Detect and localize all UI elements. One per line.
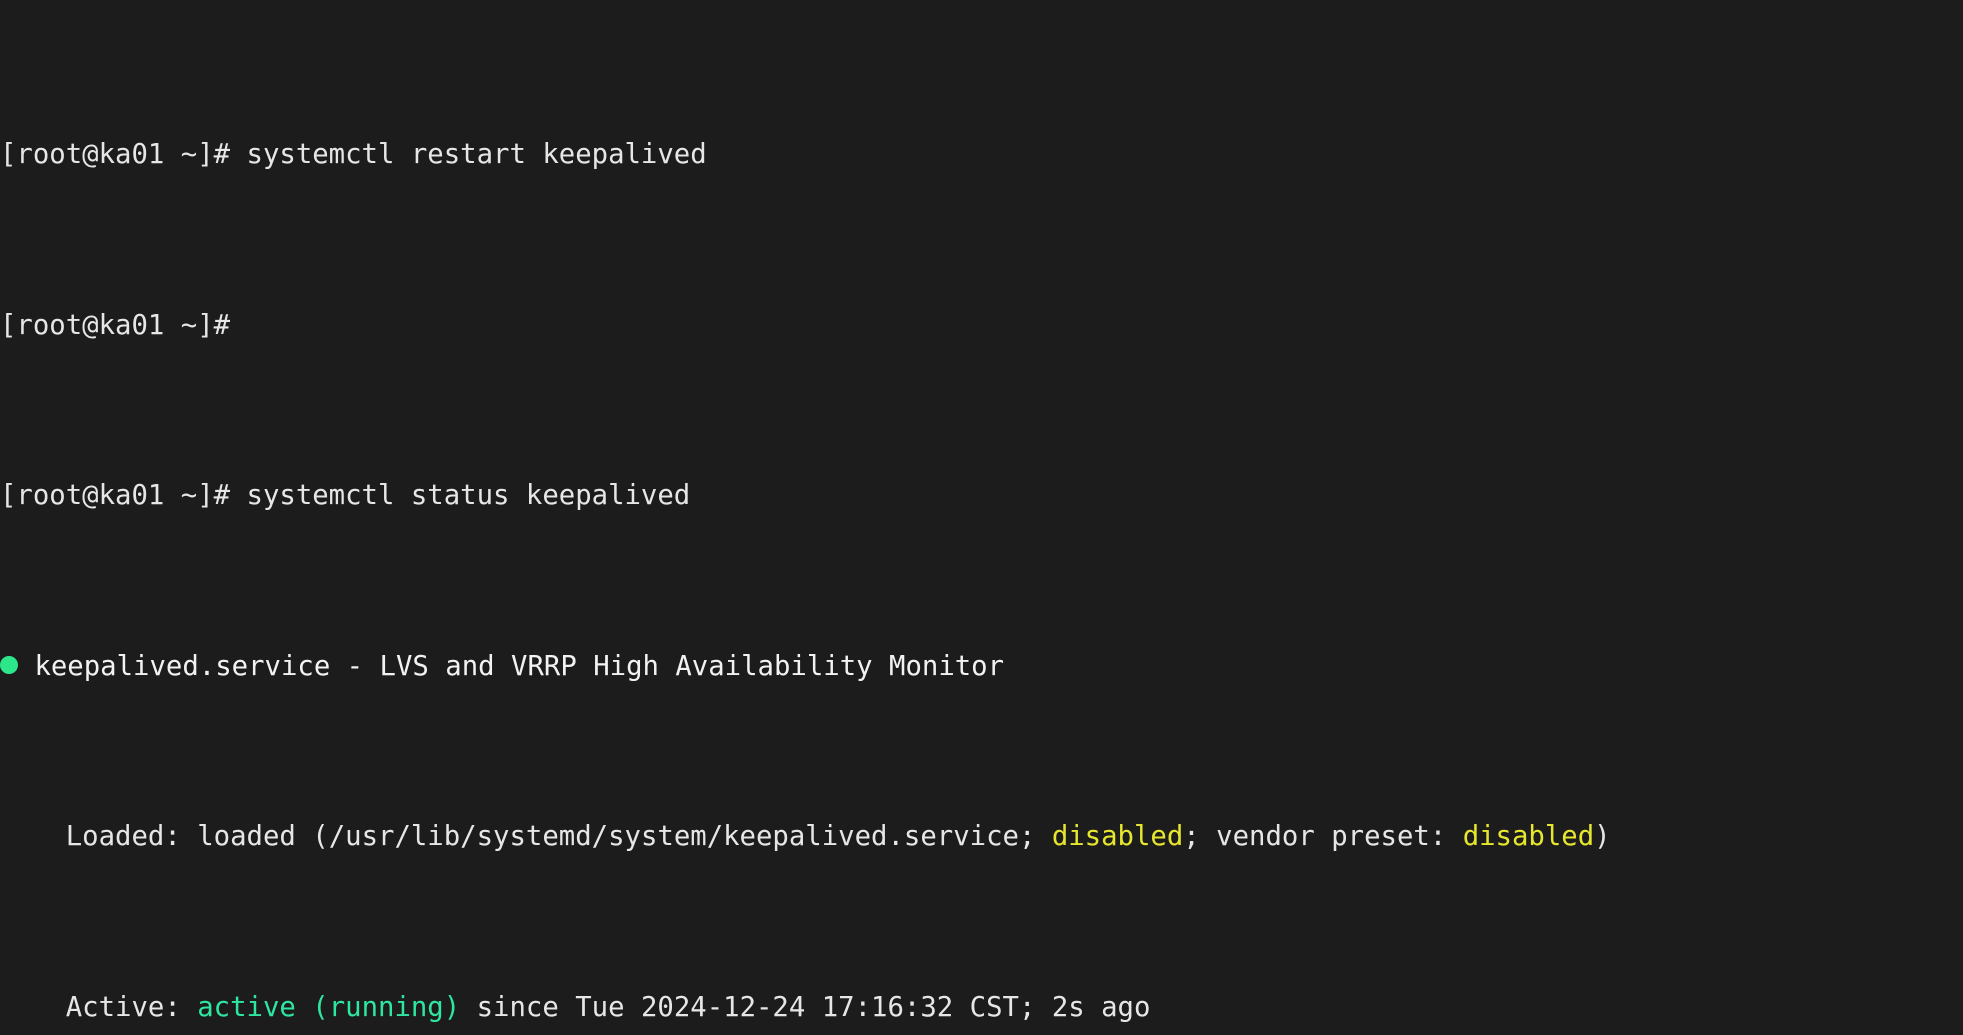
loaded-post: ) xyxy=(1594,821,1610,852)
loaded-mid: ; vendor preset: xyxy=(1183,821,1462,852)
command-line-status: [root@ka01 ~]# systemctl status keepaliv… xyxy=(0,479,1963,513)
green-circle-icon xyxy=(0,656,18,674)
unit-headline: keepalived.service - LVS and VRRP High A… xyxy=(34,651,1004,682)
loaded-pre: loaded (/usr/lib/systemd/system/keepaliv… xyxy=(197,821,1052,852)
active-since: since Tue 2024-12-24 17:16:32 CST; 2s ag… xyxy=(460,992,1150,1023)
unit-headline-row: keepalived.service - LVS and VRRP High A… xyxy=(0,650,1963,684)
space xyxy=(230,139,246,170)
loaded-state: disabled xyxy=(1052,821,1183,852)
command-text-status: systemctl status keepalived xyxy=(247,480,691,511)
loaded-label: Loaded: xyxy=(66,821,181,852)
status-field-loaded: Loaded: loaded (/usr/lib/systemd/system/… xyxy=(0,820,1963,854)
shell-prompt: [root@ka01 ~]# xyxy=(0,480,230,511)
shell-prompt: [root@ka01 ~]# xyxy=(0,139,230,170)
active-state: active (running) xyxy=(197,992,460,1023)
status-field-active: Active: active (running) since Tue 2024-… xyxy=(0,991,1963,1025)
command-line-empty: [root@ka01 ~]# xyxy=(0,309,1963,343)
terminal-window[interactable]: [root@ka01 ~]# systemctl restart keepali… xyxy=(0,0,1963,1035)
spacer xyxy=(0,992,66,1023)
space xyxy=(181,821,197,852)
loaded-vendor-preset: disabled xyxy=(1463,821,1594,852)
space xyxy=(181,992,197,1023)
space xyxy=(18,651,34,682)
command-text-restart: systemctl restart keepalived xyxy=(247,139,707,170)
active-label: Active: xyxy=(66,992,181,1023)
spacer xyxy=(0,821,66,852)
space xyxy=(230,480,246,511)
command-line-restart: [root@ka01 ~]# systemctl restart keepali… xyxy=(0,138,1963,172)
shell-prompt: [root@ka01 ~]# xyxy=(0,310,230,341)
